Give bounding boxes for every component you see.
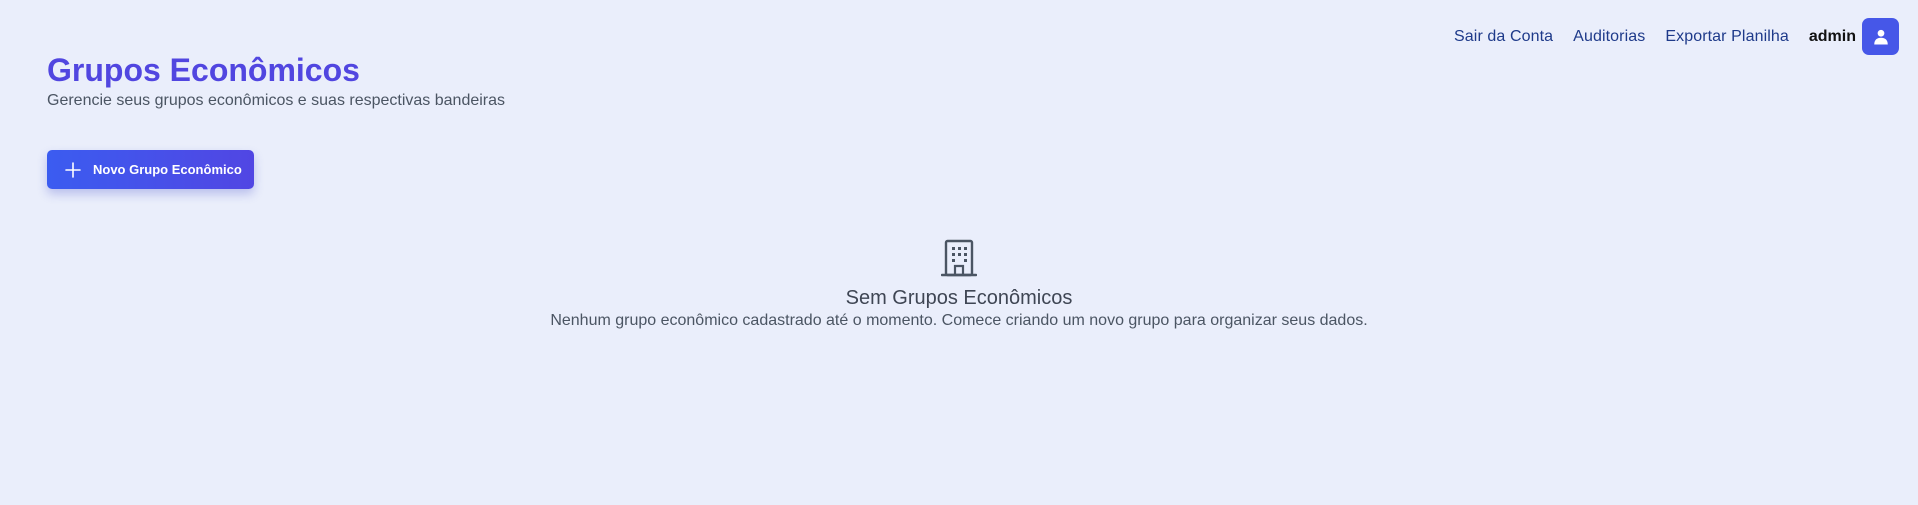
empty-state-description: Nenhum grupo econômico cadastrado até o … [550, 312, 1368, 329]
page-header: Grupos Econômicos Gerencie seus grupos e… [47, 50, 505, 111]
empty-state-title: Sem Grupos Econômicos [845, 287, 1073, 309]
audits-link[interactable]: Auditorias [1573, 28, 1645, 46]
logout-link[interactable]: Sair da Conta [1454, 28, 1553, 46]
empty-state: Sem Grupos Econômicos Nenhum grupo econô… [0, 238, 1918, 331]
building-icon [940, 238, 978, 278]
user-icon [1873, 29, 1888, 44]
new-economic-group-label: Novo Grupo Econômico [93, 162, 242, 177]
username: admin [1808, 27, 1856, 45]
user-avatar-button[interactable] [1862, 18, 1899, 55]
page-title: Grupos Econômicos [47, 52, 360, 88]
top-navigation: Sair da Conta Auditorias Exportar Planil… [1454, 18, 1899, 55]
page-subtitle: Gerencie seus grupos econômicos e suas r… [47, 92, 506, 109]
export-spreadsheet-link[interactable]: Exportar Planilha [1665, 28, 1789, 46]
plus-icon [65, 161, 81, 178]
new-economic-group-button[interactable]: Novo Grupo Econômico [47, 150, 254, 189]
